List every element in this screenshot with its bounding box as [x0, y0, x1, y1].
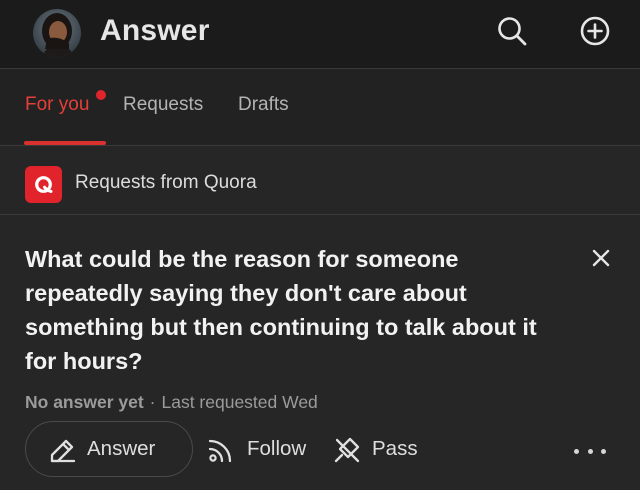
active-tab-indicator: [24, 141, 106, 145]
question-meta: No answer yet · Last requested Wed: [25, 392, 318, 413]
request-source-row[interactable]: Requests from Quora: [0, 146, 640, 215]
question-card: What could be the reason for someone rep…: [0, 215, 640, 490]
answer-status: No answer yet: [25, 392, 144, 412]
pass-button-label: Pass: [372, 437, 418, 460]
answer-button[interactable]: Answer: [25, 421, 193, 477]
search-icon[interactable]: [495, 14, 529, 48]
tab-drafts[interactable]: Drafts: [238, 94, 289, 116]
tab-for-you[interactable]: For you: [25, 94, 89, 116]
notification-dot: [96, 90, 106, 100]
page-title: Answer: [100, 14, 210, 47]
pencil-icon: [48, 437, 76, 470]
tab-requests[interactable]: Requests: [123, 94, 203, 116]
answer-button-label: Answer: [87, 437, 156, 460]
quora-logo-icon: [25, 166, 62, 203]
tab-bar: For you Requests Drafts: [0, 69, 640, 146]
last-requested: Last requested Wed: [161, 392, 318, 412]
follow-button[interactable]: Follow: [207, 436, 317, 464]
close-icon[interactable]: [588, 245, 614, 271]
follow-button-label: Follow: [247, 437, 307, 460]
request-source-label: Requests from Quora: [75, 172, 257, 193]
add-circle-icon[interactable]: [578, 14, 612, 48]
meta-separator: ·: [149, 392, 156, 412]
follow-icon: [207, 436, 235, 469]
avatar[interactable]: [33, 9, 81, 57]
top-header: Answer: [0, 0, 640, 69]
pass-button[interactable]: Pass: [333, 436, 428, 464]
pass-icon: [333, 436, 361, 469]
answer-screen: Answer For you Requests Drafts Requests …: [0, 0, 640, 490]
more-options-icon[interactable]: [574, 441, 606, 461]
question-title[interactable]: What could be the reason for someone rep…: [25, 242, 565, 378]
